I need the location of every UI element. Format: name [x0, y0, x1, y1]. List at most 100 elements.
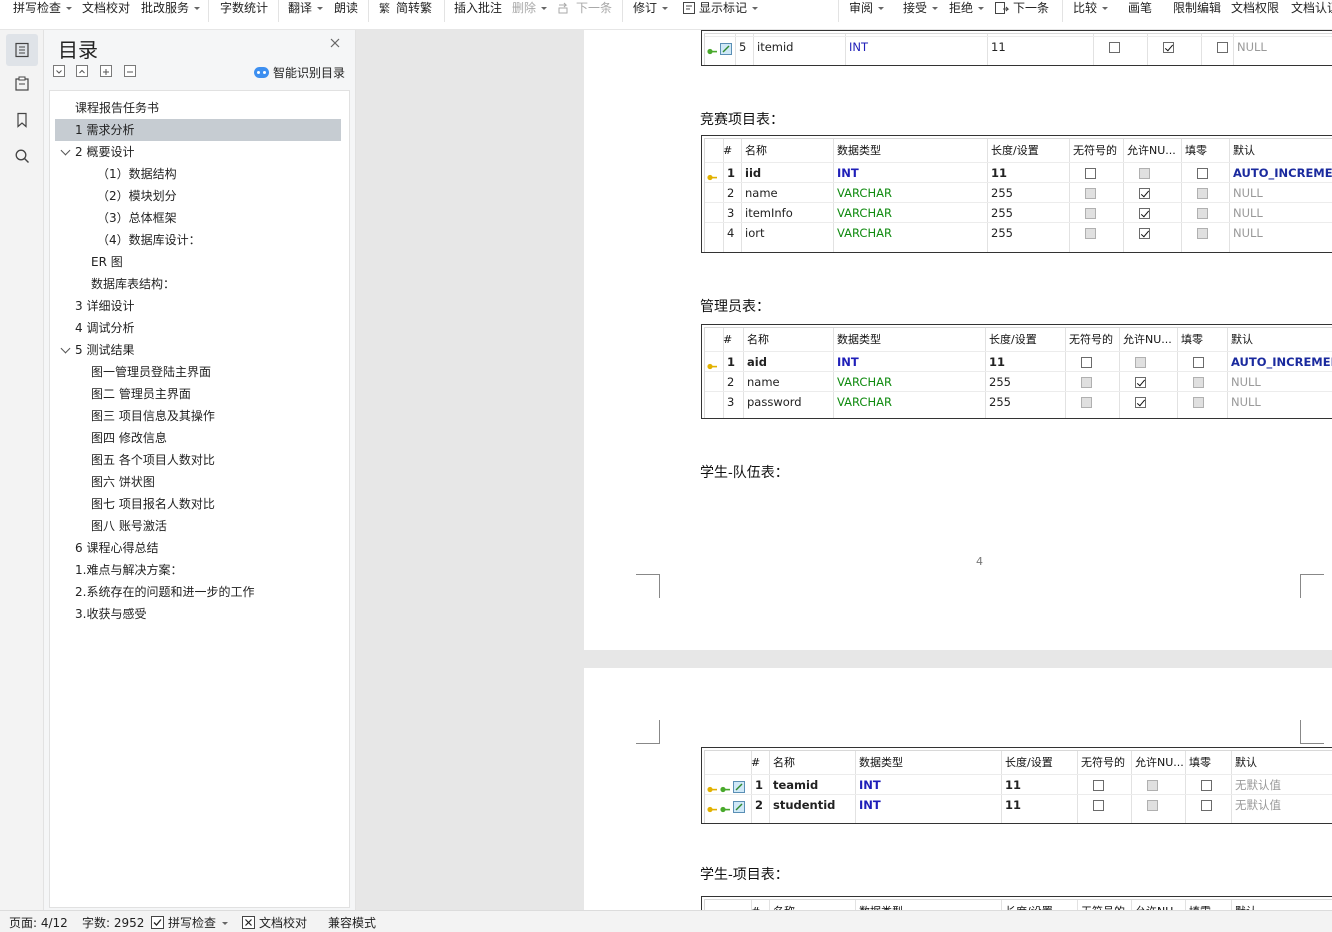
field-name[interactable]: itemid	[757, 37, 793, 57]
toc-item[interactable]: 图四 修改信息	[55, 427, 341, 449]
unsigned-checkbox[interactable]	[1085, 188, 1096, 199]
field-default[interactable]: NULL	[1237, 37, 1267, 57]
unsigned-checkbox[interactable]	[1093, 800, 1104, 811]
close-icon[interactable]	[328, 36, 342, 50]
column-header[interactable]: 允许NU...	[1123, 330, 1172, 350]
page-indicator[interactable]: 页面: 4/12	[9, 914, 68, 931]
field-name[interactable]: studentid	[773, 795, 835, 815]
field-name[interactable]: name	[745, 183, 778, 203]
toolbar-button-19[interactable]: 文档权限	[1231, 0, 1279, 16]
column-header[interactable]: 长度/设置	[1005, 753, 1053, 773]
column-header[interactable]: 数据类型	[859, 753, 903, 773]
zerofill-checkbox[interactable]	[1217, 42, 1228, 53]
field-type[interactable]: VARCHAR	[837, 372, 892, 392]
toolbar-button-0[interactable]: 拼写检查	[13, 0, 73, 16]
field-name[interactable]: teamid	[773, 775, 818, 795]
row-number[interactable]: 1	[755, 775, 763, 795]
table-row[interactable]: 3 password VARCHAR 255 NULL	[705, 391, 1332, 411]
smart-toc-button[interactable]: 智能识别目录	[254, 64, 345, 81]
field-default[interactable]: 无默认值	[1235, 795, 1281, 815]
column-header[interactable]: #	[751, 753, 760, 773]
column-header[interactable]: 填零	[1185, 141, 1207, 161]
field-type[interactable]: INT	[849, 37, 868, 57]
nullable-checkbox[interactable]	[1139, 228, 1150, 239]
row-number[interactable]: 2	[727, 183, 734, 203]
zerofill-checkbox[interactable]	[1201, 800, 1212, 811]
field-type[interactable]: INT	[837, 163, 859, 183]
spell-check-status[interactable]: 拼写检查	[151, 914, 229, 931]
toc-item[interactable]: 图六 饼状图	[55, 471, 341, 493]
nullable-checkbox[interactable]	[1139, 188, 1150, 199]
toolbar-button-9[interactable]: 下一条	[557, 0, 612, 16]
column-header[interactable]: #	[723, 330, 732, 350]
toc-item[interactable]: （3）总体框架	[55, 207, 341, 229]
column-header[interactable]: 名称	[773, 753, 795, 773]
toolbar-button-11[interactable]: 显示标记	[682, 0, 759, 16]
unsigned-checkbox[interactable]	[1081, 397, 1092, 408]
column-header[interactable]: 无符号的	[1073, 141, 1117, 161]
bookmark-icon[interactable]	[6, 104, 38, 136]
toc-item[interactable]: ER 图	[55, 251, 341, 273]
unsigned-checkbox[interactable]	[1085, 208, 1096, 219]
proofread-status[interactable]: 文档校对	[242, 914, 307, 931]
column-header[interactable]: 允许NU...	[1135, 753, 1184, 773]
field-length[interactable]: 11	[1005, 795, 1021, 815]
toolbar-button-4[interactable]: 翻译	[288, 0, 324, 16]
document-canvas[interactable]: 5 itemid INT 11 NULL 竞赛项目表： # 名称 数据类型 长度/设置 无符号的…	[356, 30, 1332, 910]
column-header[interactable]: 名称	[745, 141, 767, 161]
row-number[interactable]: 5	[739, 37, 746, 57]
nullable-checkbox[interactable]	[1147, 800, 1158, 811]
column-header[interactable]: 名称	[747, 330, 769, 350]
toolbar-button-20[interactable]: 文档认证	[1291, 0, 1332, 16]
table-row[interactable]: 1 aid INT 11 AUTO_INCREMENT	[705, 351, 1332, 371]
table-row[interactable]: 2 name VARCHAR 255 NULL	[705, 371, 1332, 391]
column-header[interactable]: 默认	[1233, 141, 1255, 161]
column-header[interactable]: 名称	[773, 902, 795, 910]
toc-item[interactable]: （1）数据结构	[55, 163, 341, 185]
nullable-checkbox[interactable]	[1163, 42, 1174, 53]
field-default[interactable]: NULL	[1233, 183, 1263, 203]
field-default[interactable]: NULL	[1233, 223, 1263, 243]
field-length[interactable]: 255	[991, 183, 1013, 203]
clipboard-icon[interactable]	[6, 68, 38, 100]
chevron-down-icon[interactable]	[60, 343, 71, 354]
field-default[interactable]: AUTO_INCREMENT	[1231, 352, 1332, 372]
field-length[interactable]: 255	[989, 392, 1011, 412]
column-header[interactable]: 数据类型	[837, 141, 881, 161]
word-count[interactable]: 字数: 2952	[82, 914, 144, 931]
column-header[interactable]: 填零	[1189, 753, 1211, 773]
row-number[interactable]: 3	[727, 203, 734, 223]
field-type[interactable]: VARCHAR	[837, 203, 892, 223]
toc-item[interactable]: 6 课程心得总结	[55, 537, 341, 559]
column-header[interactable]: 填零	[1181, 330, 1203, 350]
toc-item[interactable]: 1.难点与解决方案：	[55, 559, 341, 581]
chevron-down-icon[interactable]	[60, 145, 71, 156]
toolbar-button-10[interactable]: 修订	[633, 0, 669, 16]
unsigned-checkbox[interactable]	[1081, 377, 1092, 388]
field-length[interactable]: 11	[991, 37, 1006, 57]
field-name[interactable]: password	[747, 392, 802, 412]
toolbar-button-1[interactable]: 文档校对	[82, 0, 130, 16]
zerofill-checkbox[interactable]	[1197, 208, 1208, 219]
field-length[interactable]: 255	[991, 203, 1013, 223]
field-default[interactable]: NULL	[1233, 203, 1263, 223]
column-header[interactable]: 无符号的	[1081, 902, 1125, 910]
field-name[interactable]: iort	[745, 223, 764, 243]
table-row[interactable]: 1 teamid INT 11 无默认值	[705, 774, 1332, 794]
row-number[interactable]: 2	[727, 372, 734, 392]
toolbar-button-16[interactable]: 比较	[1073, 0, 1109, 16]
zerofill-checkbox[interactable]	[1201, 780, 1212, 791]
column-header[interactable]: 无符号的	[1069, 330, 1113, 350]
column-header[interactable]: 长度/设置	[989, 330, 1037, 350]
toc-item[interactable]: 课程报告任务书	[55, 97, 341, 119]
toolbar-button-12[interactable]: 审阅	[849, 0, 885, 16]
field-type[interactable]: VARCHAR	[837, 183, 892, 203]
toc-item[interactable]: 图七 项目报名人数对比	[55, 493, 341, 515]
field-type[interactable]: INT	[837, 352, 859, 372]
toc-item[interactable]: （2）模块划分	[55, 185, 341, 207]
toolbar-button-6[interactable]: 繁简转繁	[379, 0, 432, 16]
column-header[interactable]: 允许NU...	[1127, 141, 1176, 161]
nullable-checkbox[interactable]	[1135, 397, 1146, 408]
field-length[interactable]: 11	[991, 163, 1007, 183]
zerofill-checkbox[interactable]	[1193, 357, 1204, 368]
